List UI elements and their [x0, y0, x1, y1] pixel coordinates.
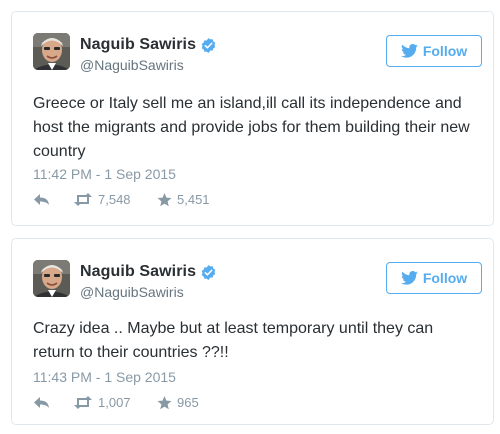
reply-arrow-icon [34, 194, 49, 205]
display-name[interactable]: Naguib Sawiris [80, 36, 196, 54]
follow-button[interactable]: Follow [386, 35, 482, 67]
follow-label: Follow [422, 270, 468, 286]
display-name[interactable]: Naguib Sawiris [80, 263, 196, 281]
retweet-count: 1,007 [98, 395, 131, 410]
retweet-icon [74, 193, 92, 206]
tweet-actions: 7,548 5,451 [33, 192, 210, 207]
author-name-row[interactable]: Naguib Sawiris [80, 263, 217, 281]
favorite-button[interactable]: 5,451 [157, 192, 210, 207]
tweet-text: Crazy idea .. Maybe but at least tempora… [33, 320, 434, 361]
author-name-row[interactable]: Naguib Sawiris [80, 36, 217, 54]
user-handle[interactable]: @NaguibSawiris [80, 284, 184, 300]
follow-label: Follow [422, 43, 468, 59]
avatar[interactable] [33, 260, 70, 297]
verified-badge-icon [200, 37, 217, 54]
reply-button[interactable] [33, 193, 73, 206]
avatar[interactable] [33, 33, 70, 70]
verified-badge-icon [200, 264, 217, 281]
follow-button[interactable]: Follow [386, 262, 482, 294]
star-icon [157, 192, 172, 206]
favorite-count: 965 [177, 395, 199, 410]
star-icon [157, 395, 172, 409]
retweet-button[interactable]: 7,548 [73, 192, 157, 207]
reply-button[interactable] [33, 396, 73, 409]
tweet-card: Naguib Sawiris @NaguibSawiris Follow Gre… [11, 11, 494, 226]
tweet-timestamp[interactable]: 11:43 PM - 1 Sep 2015 [33, 369, 176, 385]
tweet-text: Greece or Italy sell me an island,ill ca… [33, 95, 470, 160]
twitter-bird-icon [400, 44, 418, 58]
tweet-card: Naguib Sawiris @NaguibSawiris Follow Cra… [11, 238, 494, 425]
retweet-count: 7,548 [98, 192, 131, 207]
reply-arrow-icon [34, 397, 49, 408]
user-handle[interactable]: @NaguibSawiris [80, 57, 184, 73]
tweet-actions: 1,007 965 [33, 395, 199, 410]
tweet-timestamp[interactable]: 11:42 PM - 1 Sep 2015 [33, 166, 176, 182]
favorite-count: 5,451 [177, 192, 210, 207]
favorite-button[interactable]: 965 [157, 395, 199, 410]
twitter-bird-icon [400, 271, 418, 285]
retweet-button[interactable]: 1,007 [73, 395, 157, 410]
retweet-icon [74, 396, 92, 409]
